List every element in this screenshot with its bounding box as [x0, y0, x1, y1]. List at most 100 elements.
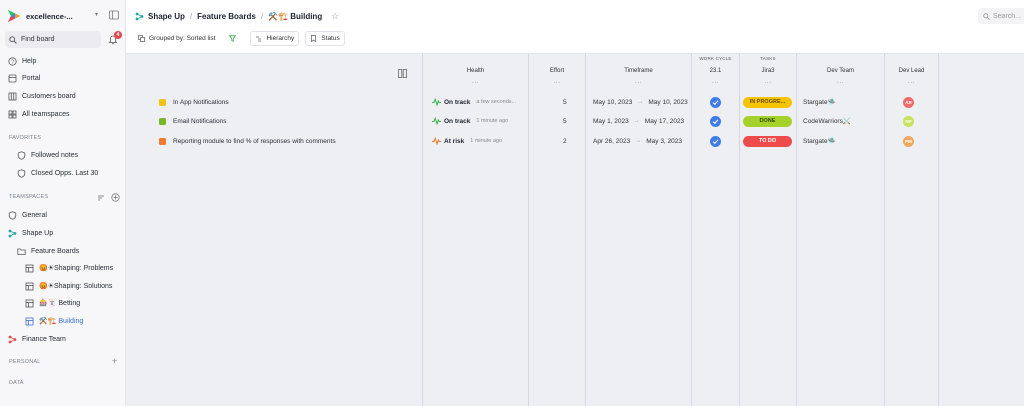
health-cell[interactable]: On track 1 minute ago: [432, 115, 508, 127]
add-teamspace-icon[interactable]: [111, 193, 120, 202]
teamspace-shape-up[interactable]: Shape Up: [8, 227, 53, 239]
breadcrumb-root[interactable]: Shape Up: [148, 12, 185, 21]
effort-cell[interactable]: 2: [563, 135, 567, 147]
status-button[interactable]: Status: [305, 31, 345, 46]
timeframe-start: May 1, 2023: [593, 117, 629, 125]
effort-column: Effort ···: [529, 54, 586, 406]
breadcrumb-parent[interactable]: Feature Boards: [197, 12, 256, 21]
dev-team-cell[interactable]: Stargate🛸: [803, 96, 836, 108]
find-board-label: Find board: [21, 36, 55, 43]
board-shaping-solutions[interactable]: 😡☀Shaping: Solutions: [25, 280, 112, 292]
timeframe-start: May 10, 2023: [593, 98, 633, 106]
nav-help-label: Help: [22, 57, 37, 65]
status-badge: IN PROGRE...: [743, 96, 792, 108]
nav-help[interactable]: ? Help: [8, 55, 36, 67]
favorites-section-label: FAVORITES: [9, 135, 42, 141]
dev-team-cell[interactable]: Stargate🛸: [803, 135, 836, 147]
effort-cell[interactable]: 5: [563, 96, 567, 108]
filter-button[interactable]: [225, 31, 244, 46]
health-cell[interactable]: On track a few seconds...: [432, 96, 516, 108]
dev-lead-cell[interactable]: AR: [903, 96, 914, 108]
workspace-name: excellence-...: [26, 11, 73, 21]
collapse-sidebar-icon[interactable]: [109, 10, 119, 20]
jira-status-cell[interactable]: DONE: [743, 115, 792, 127]
timeframe-column-header[interactable]: Timeframe: [586, 68, 691, 74]
work-cycle-checkbox[interactable]: [710, 96, 721, 108]
teamspaces-icon: [8, 110, 17, 119]
star-icon[interactable]: ☆: [331, 11, 339, 22]
search-icon: [983, 12, 990, 20]
workspace-switcher[interactable]: excellence-... ▾: [8, 9, 120, 23]
global-search-input[interactable]: Search...: [978, 8, 1024, 24]
column-menu-icon[interactable]: ···: [529, 80, 585, 86]
nav-customers-board[interactable]: Customers board: [8, 90, 76, 102]
work-cycle-group-label: WORK CYCLE: [699, 56, 732, 61]
pulse-icon: [432, 98, 441, 106]
hierarchy-icon: [256, 36, 262, 42]
health-status: On track: [444, 98, 471, 106]
column-menu-icon[interactable]: ···: [885, 80, 938, 86]
find-board-input[interactable]: Find board: [5, 31, 101, 48]
feature-name[interactable]: Email Notifications: [159, 115, 226, 127]
timeframe-end: May 10, 2023: [648, 98, 688, 106]
jira-status-cell[interactable]: TO DO: [743, 135, 792, 147]
hierarchy-button[interactable]: Hierarchy: [250, 31, 300, 46]
column-layout-icon[interactable]: [398, 69, 407, 78]
feature-name[interactable]: Reporting module to find % of responses …: [159, 135, 336, 147]
work-cycle-checkbox[interactable]: [710, 115, 721, 127]
dev-lead-cell[interactable]: PM: [903, 135, 914, 147]
health-column-header[interactable]: Health: [423, 68, 528, 74]
dev-lead-cell[interactable]: NP: [903, 115, 914, 127]
timeframe-cell[interactable]: May 10, 2023 → May 10, 2023: [593, 96, 688, 108]
favorite-followed-notes[interactable]: Followed notes: [17, 149, 78, 161]
folder-feature-boards[interactable]: Feature Boards: [17, 245, 79, 257]
status-label: Status: [321, 35, 340, 42]
shield-icon: [17, 168, 26, 178]
column-menu-icon[interactable]: ···: [423, 80, 528, 86]
board-icon: [25, 317, 34, 326]
work-cycle-checkbox[interactable]: [710, 135, 721, 147]
column-menu-icon[interactable]: ···: [692, 80, 739, 86]
dev-lead-column-header[interactable]: Dev Lead: [885, 68, 938, 74]
jira-column-header[interactable]: Jira3: [740, 68, 796, 74]
health-cell[interactable]: At risk 1 minute ago: [432, 135, 502, 147]
add-personal-icon[interactable]: +: [112, 357, 117, 366]
breadcrumb: Shape Up / Feature Boards / ⚒️🏗️ Buildin…: [135, 10, 339, 22]
dev-team-cell[interactable]: CodeWarriors⚔️: [803, 115, 851, 127]
column-menu-icon[interactable]: ···: [740, 80, 796, 86]
feature-name[interactable]: In App Notifications: [159, 96, 229, 108]
breadcrumb-current: ⚒️🏗️ Building: [268, 11, 323, 21]
chevron-down-icon[interactable]: ▾: [95, 11, 98, 18]
breadcrumb-separator: /: [189, 11, 193, 21]
folder-icon: [17, 247, 26, 256]
notification-count-badge: 4: [114, 31, 122, 39]
board-building[interactable]: ⚒️🏗️ Building: [25, 315, 83, 327]
timeframe-end: May 17, 2023: [644, 117, 685, 125]
timeframe-cell[interactable]: Apr 26, 2023 → May 3, 2023: [593, 135, 682, 147]
timeframe-start: Apr 26, 2023: [593, 137, 631, 145]
column-menu-icon[interactable]: ···: [797, 80, 884, 86]
favorite-closed-opps[interactable]: Closed Opps. Last 30: [17, 167, 98, 179]
teamspaces-section-label: TEAMSPACES: [9, 194, 49, 200]
health-updated: 1 minute ago: [470, 138, 503, 144]
column-menu-icon[interactable]: ···: [586, 80, 691, 86]
effort-column-header[interactable]: Effort: [529, 68, 585, 74]
work-cycle-column-header[interactable]: 23.1: [692, 68, 739, 74]
feature-name-label: Email Notifications: [173, 117, 227, 125]
timeframe-cell[interactable]: May 1, 2023 → May 17, 2023: [593, 115, 684, 127]
teamspace-general[interactable]: General: [8, 209, 47, 221]
board-betting[interactable]: 🎰🃏 Betting: [25, 297, 80, 309]
jira-status-cell[interactable]: IN PROGRE...: [743, 96, 792, 108]
dev-team-column-header[interactable]: Dev Team: [797, 68, 884, 74]
nav-all-teamspaces[interactable]: All teamspaces: [8, 108, 69, 120]
effort-cell[interactable]: 5: [563, 115, 567, 127]
teamspace-finance-team[interactable]: Finance Team: [8, 333, 66, 345]
folder-feature-boards-label: Feature Boards: [31, 247, 80, 255]
board-shaping-problems[interactable]: 😡☀Shaping: Problems: [25, 262, 113, 274]
avatar: AR: [903, 96, 914, 108]
nav-portal[interactable]: Portal: [8, 72, 40, 84]
sort-icon[interactable]: [97, 194, 105, 202]
color-square: [159, 98, 166, 106]
grouped-by-button[interactable]: Grouped by: Sorted list: [134, 31, 219, 46]
health-updated: a few seconds...: [476, 99, 517, 105]
